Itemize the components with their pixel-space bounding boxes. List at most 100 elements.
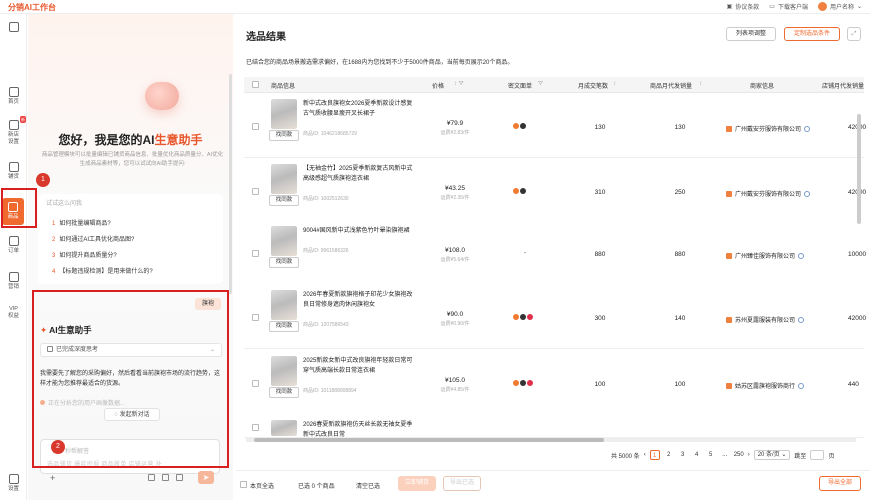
product-image[interactable] xyxy=(271,356,297,386)
page-button[interactable]: 5 xyxy=(706,450,716,460)
file-icon[interactable] xyxy=(162,474,169,481)
page-button[interactable]: 4 xyxy=(692,450,702,460)
find-similar-button[interactable]: 找同款 xyxy=(269,321,299,332)
merchant-name: 姑苏区露旗袍服饰商行 xyxy=(735,384,796,390)
sidebar-item-vip[interactable]: VIP 权益 xyxy=(0,306,27,320)
platform-icons xyxy=(513,123,543,131)
table-horizontal-scrollbar[interactable] xyxy=(246,438,856,442)
image-icon[interactable] xyxy=(148,474,155,481)
find-similar-button[interactable]: 找同款 xyxy=(269,130,299,141)
export-all-button[interactable]: 导出全部 xyxy=(819,476,861,491)
product-image[interactable] xyxy=(271,226,297,256)
info-icon[interactable] xyxy=(798,253,805,259)
prev-page-button[interactable]: ‹ xyxy=(644,452,646,458)
add-icon[interactable]: + xyxy=(50,473,55,483)
adjust-columns-button[interactable]: 列表项调整 xyxy=(726,27,776,41)
custom-conditions-button[interactable]: 定制选品条件 xyxy=(784,27,840,41)
product-image[interactable] xyxy=(271,99,297,129)
sort-icon[interactable]: ↕ xyxy=(699,81,702,87)
page-ellipsis[interactable]: ... xyxy=(720,450,730,460)
select-all-checkbox[interactable] xyxy=(252,81,259,88)
merchant-info[interactable]: 苏州夏露服装有限公司 xyxy=(726,315,805,324)
export-selected-button[interactable]: 导出已选 xyxy=(443,476,481,491)
find-similar-button[interactable]: 找同款 xyxy=(269,387,299,398)
list-now-button[interactable]: 立即铺货 xyxy=(398,476,436,491)
goto-page-input[interactable] xyxy=(810,450,825,460)
agreement-link[interactable]: ▣ 协议条款 xyxy=(727,2,760,11)
merchant-info[interactable]: 广州戴安芬服饰有限公司 xyxy=(726,124,811,133)
info-icon[interactable] xyxy=(804,126,811,132)
dropship-sales: 130 xyxy=(674,124,686,131)
scrollbar-thumb[interactable] xyxy=(254,438,604,442)
merchant-info[interactable]: 姑苏区露旗袍服饰商行 xyxy=(726,381,805,390)
page-size-select[interactable]: 20 条/页 ⌄ xyxy=(753,450,791,460)
download-client-link[interactable]: ▭ 下载客户端 xyxy=(769,2,808,11)
send-button[interactable]: ➤ xyxy=(198,471,214,484)
sidebar-item-marketing[interactable]: 营销 xyxy=(0,272,27,291)
questions-title: 试试这么问我 xyxy=(46,201,83,207)
sort-icon[interactable]: ↕ xyxy=(613,81,616,87)
find-similar-button[interactable]: 找同款 xyxy=(269,195,299,206)
product-image[interactable] xyxy=(271,290,297,320)
page-unit-label: 页 xyxy=(828,453,835,460)
product-name[interactable]: 2025新款女新中式改良旗袍年轻款日常可穿气质高端长款日常连衣裙 xyxy=(303,357,418,376)
page-button[interactable]: 2 xyxy=(664,450,674,460)
col-monthly-orders[interactable]: 月成交笔数 xyxy=(578,81,608,90)
row-checkbox[interactable] xyxy=(252,314,259,321)
new-badge: 新 xyxy=(20,116,26,123)
question-item[interactable]: 1 如何批量编辑商品? xyxy=(52,218,111,227)
find-similar-button[interactable]: 找同款 xyxy=(269,257,299,268)
merchant-info[interactable]: 广州臻佳服饰有限公司 xyxy=(726,251,805,260)
upload-icon xyxy=(8,162,19,172)
product-name[interactable]: 9004#国风新中式浅紫色竹叶晕染旗袍裙 xyxy=(303,227,418,237)
platform-icon xyxy=(527,314,533,320)
info-icon[interactable] xyxy=(798,317,805,323)
row-checkbox[interactable] xyxy=(252,250,259,257)
product-name[interactable]: 2026年春夏新款旗袍格子印花少女旗袍改良日常修身遮肉休闲旗袍女 xyxy=(303,291,418,310)
product-name[interactable]: 【无袖金竹】2025夏季新款复古风新中式高级感超气质旗袍连衣裙 xyxy=(303,165,418,184)
col-dropship-sales[interactable]: 商品月代发销量 xyxy=(650,81,692,90)
col-waybill[interactable]: 密文面单 xyxy=(508,81,532,90)
row-checkbox[interactable] xyxy=(252,380,259,387)
question-item[interactable]: 2 如何通过AI工具优化商品图? xyxy=(52,234,134,243)
table-vertical-scrollbar[interactable] xyxy=(857,114,861,224)
col-price[interactable]: 价格 xyxy=(432,81,444,90)
row-checkbox[interactable] xyxy=(252,123,259,130)
clear-selection-link[interactable]: 清空已选 xyxy=(356,481,380,490)
shop-icon xyxy=(726,191,732,197)
sidebar-item-listing[interactable]: 铺货 xyxy=(0,162,27,181)
voice-icon[interactable] xyxy=(176,474,183,481)
store-sales: 10000 xyxy=(848,251,867,258)
app-brand: 分销AI工作台 xyxy=(8,3,56,12)
row-checkbox[interactable] xyxy=(252,188,259,195)
next-page-button[interactable]: › xyxy=(748,452,750,458)
product-name[interactable]: 新中式改良旗袍女2026夏季新款设计感复古气质收腰显瘦开叉长裙子 xyxy=(303,100,418,119)
question-item[interactable]: 4 【标题违规检测】是用来做什么的? xyxy=(52,266,153,275)
page-button[interactable]: 250 xyxy=(734,450,744,460)
filter-icon[interactable]: ⛛ xyxy=(538,81,543,88)
page-button[interactable]: 3 xyxy=(678,450,688,460)
expand-button[interactable]: ⤢ xyxy=(847,27,861,41)
merchant-info[interactable]: 广州戴安芬服饰有限公司 xyxy=(726,189,811,198)
user-menu[interactable]: 用户名称 ⌄ xyxy=(817,2,862,11)
sidebar-item-settings[interactable]: 设置 xyxy=(0,474,27,493)
merchant-name: 苏州夏露服装有限公司 xyxy=(735,318,796,324)
megaphone-icon xyxy=(8,272,19,282)
page-button[interactable]: 1 xyxy=(649,450,660,460)
info-icon[interactable] xyxy=(804,191,811,197)
sort-icon[interactable]: ↕ ⛛ xyxy=(454,81,464,88)
row-checkbox[interactable] xyxy=(252,424,259,431)
monthly-orders: 880 xyxy=(594,251,606,258)
chat-scrollbar[interactable] xyxy=(229,74,232,294)
select-page-checkbox[interactable] xyxy=(240,481,247,488)
sidebar-item-orders[interactable]: 订单 xyxy=(0,236,27,255)
question-item[interactable]: 3 如何提升商品质量分? xyxy=(52,250,117,259)
info-icon[interactable] xyxy=(798,383,805,389)
home-icon-button[interactable] xyxy=(0,22,27,34)
col-store-sales[interactable]: 店铺月代发销量 xyxy=(822,81,864,90)
product-image[interactable] xyxy=(271,164,297,194)
product-image[interactable] xyxy=(271,420,297,436)
sidebar-item-new-store[interactable]: 新新店 设置 xyxy=(0,116,27,146)
select-all-label[interactable]: 本页全选 xyxy=(250,481,274,490)
sidebar-item-home[interactable]: 首页 xyxy=(0,87,27,106)
